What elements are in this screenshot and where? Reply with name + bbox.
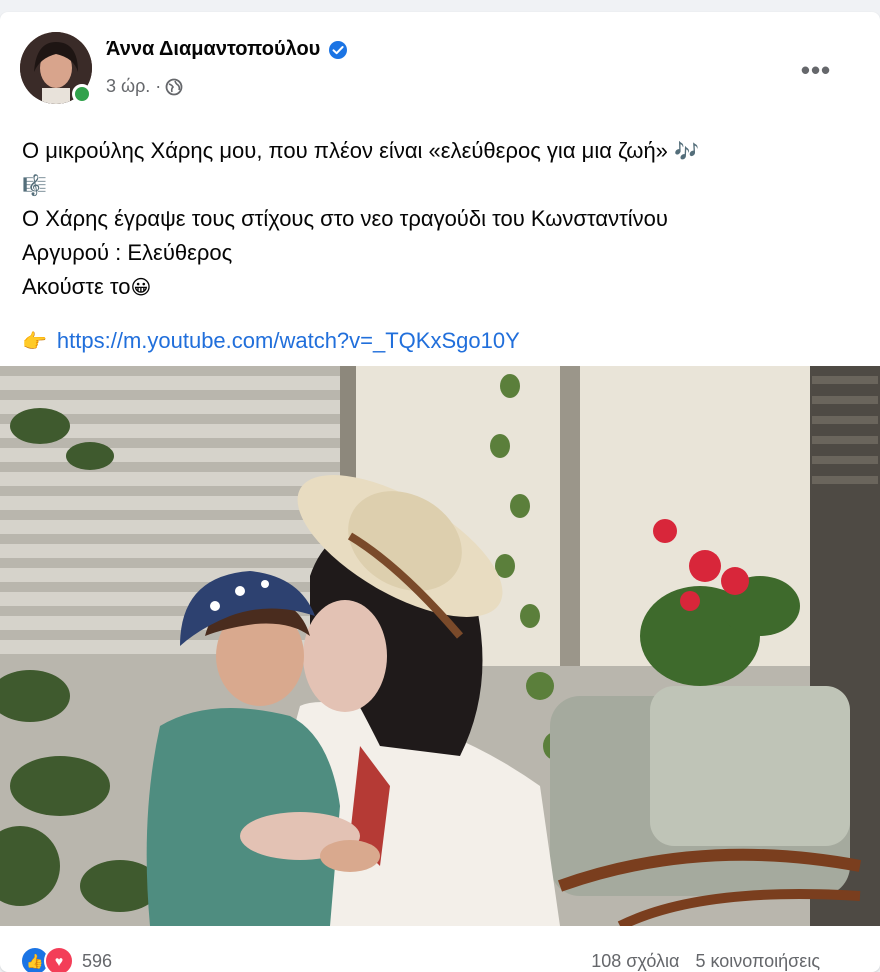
author-row: Άννα Διαμαντοπούλου [106, 38, 348, 61]
musical-score-emoji-icon: 🎼 [22, 173, 47, 197]
globe-icon [165, 78, 183, 96]
post-text-line-5: Ακούστε το [22, 274, 131, 299]
more-options-button[interactable]: ••• [792, 46, 840, 94]
author-name[interactable]: Άννα Διαμαντοπούλου [106, 38, 320, 61]
reaction-icons: 👍 ♥ [20, 946, 74, 972]
post-text-line-4: Αργυρού : Ελεύθερος [22, 240, 233, 265]
youtube-link[interactable]: https://m.youtube.com/watch?v=_TQKxSgo10… [57, 324, 520, 358]
reactions-summary[interactable]: 👍 ♥ 596 [20, 946, 112, 972]
post-text-line-1: Ο μικρούλης Χάρης μου, που πλέον είναι «… [22, 138, 668, 163]
comments-count[interactable]: 108 σχόλια [591, 951, 679, 972]
link-row: 👉 https://m.youtube.com/watch?v=_TQKxSgo… [22, 324, 520, 358]
post-time[interactable]: 3 ώρ. · [106, 76, 161, 97]
post-meta: 3 ώρ. · [106, 76, 183, 97]
post-text-line-3: Ο Χάρης έγραψε τους στίχους στο νεο τραγ… [22, 206, 668, 231]
musical-notes-emoji-icon: 🎶 [674, 139, 699, 163]
love-reaction-icon: ♥ [44, 946, 74, 972]
post-text-line: 🎼 [22, 168, 858, 202]
comments-shares-summary: 108 σχόλια 5 κοινοποιήσεις [591, 946, 820, 972]
shares-count[interactable]: 5 κοινοποιήσεις [695, 951, 820, 972]
post-text: Ο μικρούλης Χάρης μου, που πλέον είναι «… [22, 134, 858, 304]
online-status-dot [72, 84, 92, 104]
reaction-count: 596 [82, 950, 113, 971]
post-photo[interactable] [0, 366, 880, 926]
post-text-line: Ο μικρούλης Χάρης μου, που πλέον είναι «… [22, 134, 858, 168]
post-card: Άννα Διαμαντοπούλου 3 ώρ. · ••• Ο μικρού… [0, 12, 880, 972]
grinning-face-emoji-icon: 😀 [130, 275, 152, 299]
pointing-hand-emoji-icon: 👉 [22, 329, 47, 353]
verified-badge-icon [328, 40, 348, 60]
post-text-line: Ακούστε το😀 [22, 270, 858, 304]
